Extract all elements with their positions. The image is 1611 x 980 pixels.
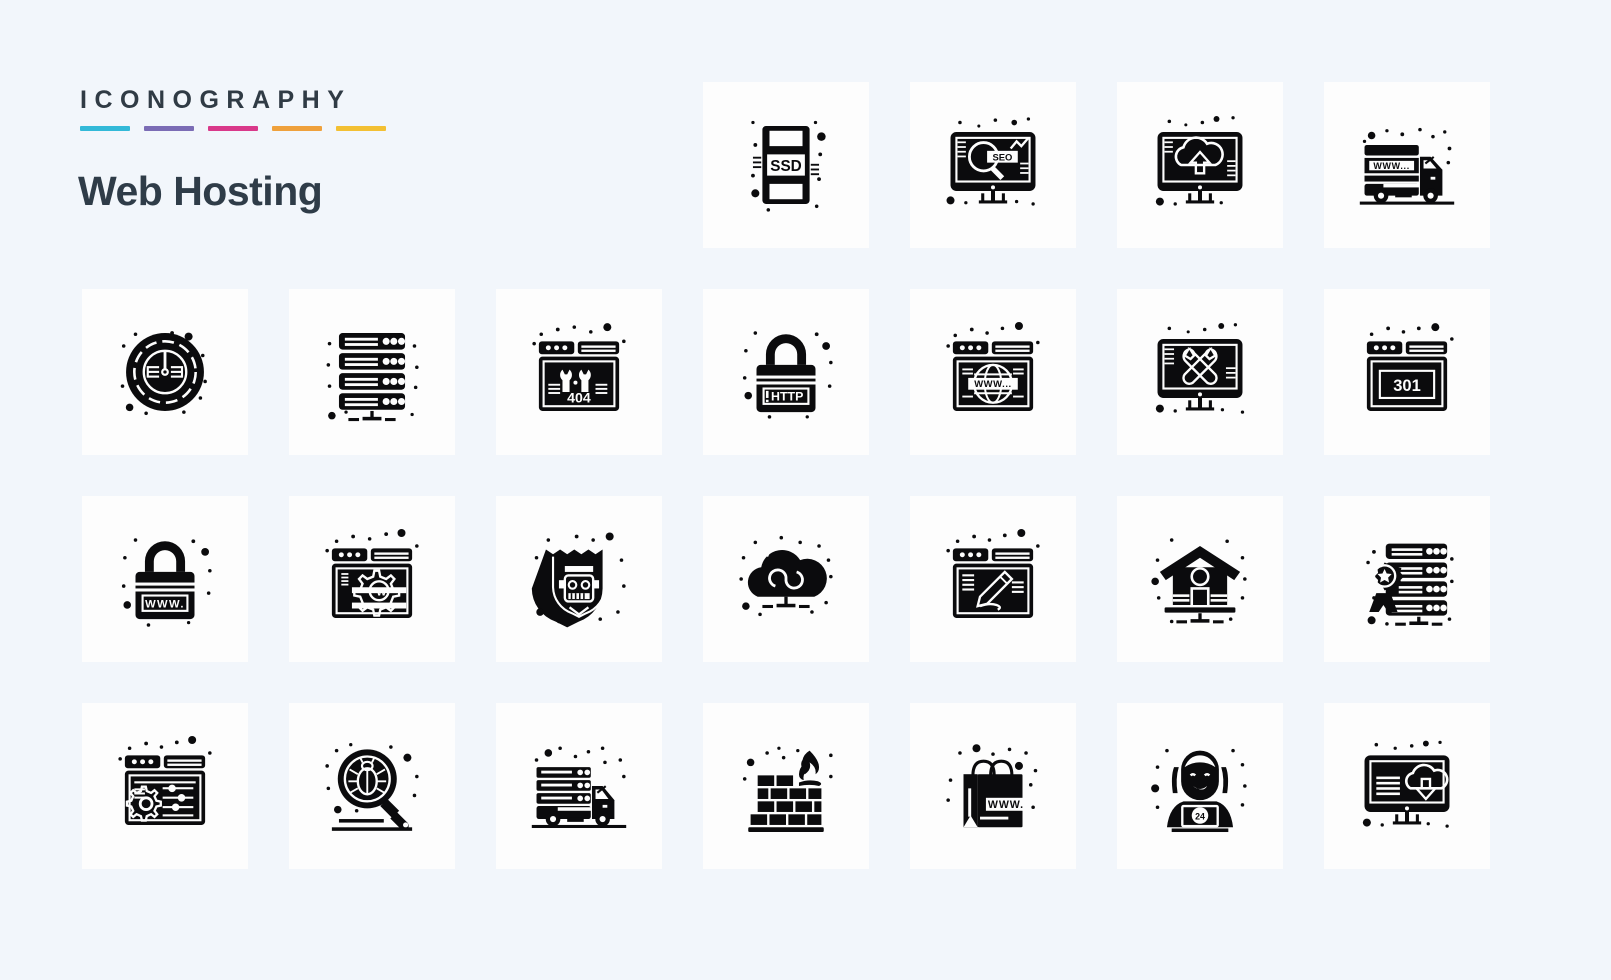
www-padlock-icon[interactable]: WWW. xyxy=(82,496,248,662)
browser-404-error-icon[interactable]: 404 xyxy=(496,289,662,455)
browser-301-redirect-icon[interactable]: 301 xyxy=(1324,289,1490,455)
robot-shield-icon[interactable] xyxy=(496,496,662,662)
svg-text:404: 404 xyxy=(567,391,591,407)
svg-text:WWW.: WWW. xyxy=(145,598,185,610)
browser-gear-w-icon[interactable]: W xyxy=(289,496,455,662)
home-hosting-icon[interactable] xyxy=(1117,496,1283,662)
icon-grid: SSD SEO WWW... 404 HTTP WWW... 301 WWW. … xyxy=(82,82,1532,872)
empty-slot xyxy=(82,82,248,248)
browser-settings-icon[interactable] xyxy=(82,703,248,869)
monitor-tools-icon[interactable] xyxy=(1117,289,1283,455)
http-padlock-icon[interactable]: HTTP xyxy=(703,289,869,455)
svg-text:HTTP: HTTP xyxy=(771,389,803,403)
bug-search-icon[interactable] xyxy=(289,703,455,869)
server-rack-icon[interactable] xyxy=(289,289,455,455)
ecommerce-www-bag-icon[interactable]: WWW. xyxy=(910,703,1076,869)
firewall-icon[interactable] xyxy=(703,703,869,869)
server-migration-truck-icon[interactable] xyxy=(496,703,662,869)
svg-text:SSD: SSD xyxy=(770,158,802,175)
browser-pencil-icon[interactable] xyxy=(910,496,1076,662)
svg-text:301: 301 xyxy=(1393,377,1421,395)
speed-gauge-icon[interactable] xyxy=(82,289,248,455)
empty-slot xyxy=(289,82,455,248)
svg-text:24: 24 xyxy=(1195,812,1205,822)
svg-text:WWW.: WWW. xyxy=(988,799,1024,811)
svg-text:WWW...: WWW... xyxy=(974,378,1012,389)
premium-server-award-icon[interactable] xyxy=(1324,496,1490,662)
www-globe-browser-icon[interactable]: WWW... xyxy=(910,289,1076,455)
svg-text:SEO: SEO xyxy=(992,151,1012,162)
cloud-download-monitor-icon[interactable] xyxy=(1324,703,1490,869)
cloud-upload-monitor-icon[interactable] xyxy=(1117,82,1283,248)
support-24-agent-icon[interactable]: 24 xyxy=(1117,703,1283,869)
seo-monitor-icon[interactable]: SEO xyxy=(910,82,1076,248)
ssd-drive-icon[interactable]: SSD xyxy=(703,82,869,248)
svg-text:WWW...: WWW... xyxy=(1373,161,1410,171)
svg-text:W: W xyxy=(376,587,386,599)
www-delivery-truck-icon[interactable]: WWW... xyxy=(1324,82,1490,248)
empty-slot xyxy=(496,82,662,248)
unlimited-cloud-icon[interactable] xyxy=(703,496,869,662)
